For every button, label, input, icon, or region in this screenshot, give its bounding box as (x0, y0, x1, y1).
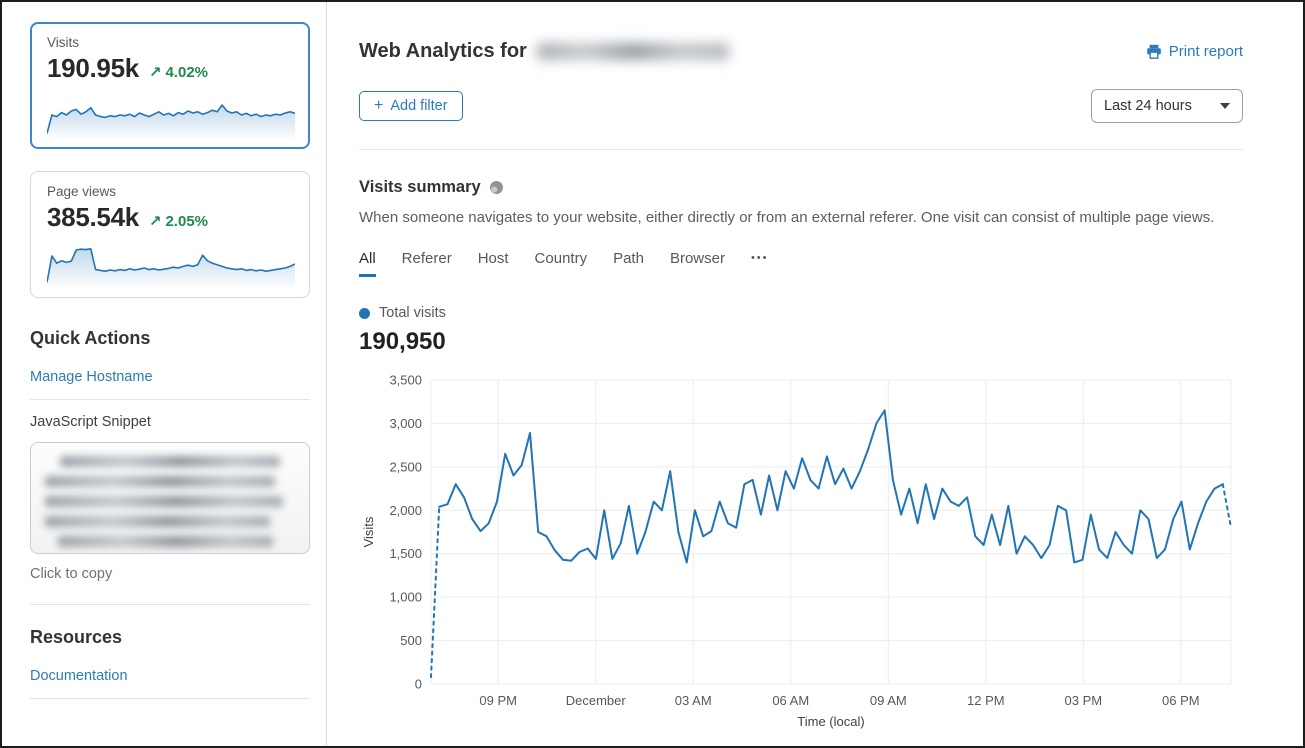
trend-up-icon: ↗ (149, 63, 162, 81)
resources-heading: Resources (30, 627, 310, 648)
tab-all[interactable]: All (359, 250, 376, 277)
visits-metric-card[interactable]: Visits 190.95k ↗4.02% (30, 22, 310, 149)
svg-text:06 AM: 06 AM (772, 693, 809, 708)
tab-path[interactable]: Path (613, 250, 644, 277)
js-snippet-copy-box[interactable] (30, 442, 310, 554)
plus-icon: + (374, 98, 383, 114)
tab-referer[interactable]: Referer (402, 250, 452, 277)
time-range-select[interactable]: Last 24 hours (1091, 89, 1243, 123)
svg-text:Time (local): Time (local) (797, 714, 864, 729)
visits-card-value: 190.95k (47, 53, 139, 84)
site-domain-redacted (537, 43, 729, 60)
visits-summary-section: Visits summary When someone navigates to… (359, 178, 1243, 739)
add-filter-button[interactable]: + Add filter (359, 91, 463, 121)
redacted-code-line (60, 456, 280, 467)
pageviews-sparkline (47, 241, 295, 287)
total-visits-value: 190,950 (359, 328, 1243, 356)
redacted-code-line (45, 496, 283, 507)
visits-summary-description: When someone navigates to your website, … (359, 209, 1243, 226)
svg-text:2,500: 2,500 (389, 459, 422, 474)
more-tabs-button[interactable]: ••• (751, 252, 769, 277)
app-window: Visits 190.95k ↗4.02% Page views 385.54k… (0, 0, 1305, 748)
svg-text:500: 500 (400, 633, 422, 648)
documentation-link[interactable]: Documentation (30, 668, 310, 684)
pageviews-card-delta: ↗2.05% (149, 212, 208, 230)
visits-summary-title: Visits summary (359, 178, 481, 197)
pageviews-metric-card[interactable]: Page views 385.54k ↗2.05% (30, 171, 310, 298)
redacted-code-line (45, 476, 275, 487)
svg-text:03 PM: 03 PM (1065, 693, 1103, 708)
svg-text:3,000: 3,000 (389, 416, 422, 431)
divider (30, 698, 310, 699)
redacted-code-line (45, 516, 270, 527)
summary-tabs: All Referer Host Country Path Browser ••• (359, 250, 1243, 277)
legend-dot-icon (359, 308, 370, 319)
divider (30, 604, 310, 605)
js-snippet-label: JavaScript Snippet (30, 414, 310, 430)
svg-text:06 PM: 06 PM (1162, 693, 1200, 708)
svg-text:12 PM: 12 PM (967, 693, 1005, 708)
printer-icon (1146, 44, 1162, 59)
visits-line-chart[interactable]: 0 500 1,000 1,500 2,000 2,500 3,000 3,500 09 PM D… (359, 370, 1243, 739)
svg-text:09 PM: 09 PM (479, 693, 517, 708)
visits-sparkline (47, 92, 295, 138)
tab-browser[interactable]: Browser (670, 250, 725, 277)
help-icon[interactable] (489, 180, 504, 195)
svg-text:1,500: 1,500 (389, 546, 422, 561)
tab-host[interactable]: Host (478, 250, 509, 277)
visits-card-delta: ↗4.02% (149, 63, 208, 81)
svg-text:December: December (566, 693, 627, 708)
svg-text:0: 0 (415, 677, 422, 692)
pageviews-card-label: Page views (47, 184, 295, 199)
trend-up-icon: ↗ (149, 212, 162, 230)
svg-text:Visits: Visits (361, 516, 376, 547)
manage-hostname-link[interactable]: Manage Hostname (30, 369, 310, 385)
copy-hint-text: Click to copy (30, 566, 310, 582)
pageviews-card-value: 385.54k (47, 202, 139, 233)
svg-text:1,000: 1,000 (389, 590, 422, 605)
chart-legend: Total visits (359, 305, 1243, 321)
svg-text:2,000: 2,000 (389, 503, 422, 518)
tab-country[interactable]: Country (535, 250, 588, 277)
page-title: Web Analytics for (359, 40, 729, 63)
svg-text:03 AM: 03 AM (675, 693, 712, 708)
svg-text:3,500: 3,500 (389, 373, 422, 388)
divider (30, 399, 310, 400)
print-report-link[interactable]: Print report (1146, 43, 1243, 60)
visits-card-label: Visits (47, 35, 295, 50)
page-header: Web Analytics for Print report + Add fil… (359, 2, 1243, 150)
sidebar: Visits 190.95k ↗4.02% Page views 385.54k… (2, 2, 327, 746)
legend-label: Total visits (379, 305, 446, 321)
quick-actions-heading: Quick Actions (30, 328, 310, 349)
chevron-down-icon (1220, 103, 1230, 109)
redacted-code-line (58, 536, 273, 547)
main-content: Web Analytics for Print report + Add fil… (327, 2, 1303, 746)
svg-text:09 AM: 09 AM (870, 693, 907, 708)
